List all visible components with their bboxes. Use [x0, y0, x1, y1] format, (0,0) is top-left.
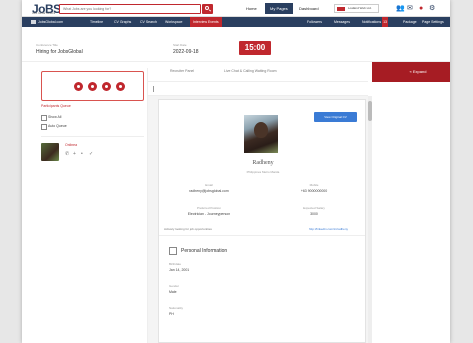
avatar — [41, 143, 59, 161]
personal-info-title: Personal Information — [181, 248, 228, 254]
view-cv-button[interactable]: View Original CV — [314, 112, 357, 122]
camera-button[interactable] — [88, 82, 97, 91]
expand-label: Expand — [412, 69, 427, 74]
gender-value: Male — [169, 290, 177, 294]
nationality-value: PH — [169, 312, 174, 316]
salary-label: Expected Salary — [303, 206, 325, 210]
candidate-location: Philippines Metro Manila — [246, 170, 280, 174]
tab-recruiter-panel[interactable]: Recruiter Panel — [170, 69, 194, 73]
screen-share-button[interactable] — [102, 82, 111, 91]
gear-icon[interactable]: ⚙ — [429, 5, 436, 12]
account-switcher[interactable]: LowEnd Web Ltd. — [334, 4, 379, 13]
gender-label: Gender — [169, 284, 180, 288]
center-toolbar — [148, 82, 368, 96]
search-button[interactable] — [202, 4, 213, 14]
notification-badge: 13 — [382, 17, 388, 27]
participant-name[interactable]: Onlinea — [65, 143, 77, 147]
people-icon[interactable]: 👥 — [396, 5, 405, 12]
call-icon[interactable]: ✆ — [65, 152, 70, 157]
position-value: Electrician - Journeyperson — [187, 212, 231, 216]
nationality-label: Nationality — [169, 306, 184, 310]
auto-queue-checkbox[interactable]: Auto Queue — [41, 124, 67, 130]
message-icon[interactable]: ✉ — [407, 5, 414, 12]
notification-icon[interactable]: ● — [419, 5, 426, 12]
countdown-timer: 15:00 — [239, 41, 271, 55]
linkedin-link[interactable]: http://linkedin.com/in/radheny — [309, 227, 348, 231]
check-icon[interactable]: ✓ — [89, 152, 94, 157]
job-seeking-status: Actively looking for job opportunities — [164, 227, 212, 231]
candidate-name: Radheny — [252, 160, 274, 166]
participants-queue-title: Participants Queue — [41, 104, 71, 108]
date-label: Start Date — [173, 43, 187, 47]
subnav-notifications[interactable]: Notifications 13 — [362, 17, 388, 27]
nav-home[interactable]: Home — [246, 5, 257, 13]
end-call-button[interactable] — [116, 82, 125, 91]
subnav-package[interactable]: Package — [403, 17, 417, 27]
mic-button[interactable] — [74, 82, 83, 91]
participant-card[interactable]: Onlinea ✆ + • ✓ — [41, 142, 144, 168]
sub-nav: JobsGlobal.com Timeline CV Graphs CV Sea… — [22, 17, 450, 27]
nav-dashboard[interactable]: Dashboard — [299, 5, 319, 13]
center-panel: Recruiter Panel Live Chat & Calling Wait… — [148, 62, 372, 343]
divider — [159, 235, 365, 236]
mobile-value: +63 9000000000 — [300, 189, 328, 193]
company-label: Conference Title — [36, 43, 58, 47]
salary-value: 3000 — [310, 212, 318, 216]
event-header: Conference Title Hiring for JobsGlobal S… — [22, 27, 450, 62]
company-value: Hiring for JobsGlobal — [36, 49, 83, 55]
left-panel: Participants Queue Show All Auto Queue O… — [36, 68, 148, 343]
subnav-followers[interactable]: Followers — [307, 17, 322, 27]
app-frame: JoBS Jobs Global Network Home My Pages D… — [22, 0, 450, 343]
subnav-timeline[interactable]: Timeline — [90, 17, 103, 27]
email-value: radheny@jobsglobal.com — [189, 189, 229, 193]
subnav-notifications-label: Notifications — [362, 20, 382, 24]
date-value: 2022-09-18 — [173, 49, 199, 55]
candidate-face — [254, 122, 268, 138]
subnav-interview-events[interactable]: Interview Events — [190, 17, 222, 27]
cursor-icon — [153, 86, 154, 92]
nav-my-pages[interactable]: My Pages — [265, 3, 293, 14]
remove-icon[interactable]: • — [81, 152, 86, 157]
add-icon[interactable]: + — [73, 152, 78, 157]
birthdate-label: Birthdate — [169, 262, 182, 266]
show-all-checkbox[interactable]: Show All — [41, 115, 61, 121]
mobile-label: Mobile — [309, 183, 319, 187]
center-tabs: Recruiter Panel Live Chat & Calling Wait… — [148, 62, 368, 82]
subnav-page-settings[interactable]: Page Settings — [422, 17, 444, 27]
search-input[interactable] — [59, 4, 201, 14]
subnav-workspace[interactable]: Workspace — [165, 17, 182, 27]
position-label: Preferred Position — [196, 206, 221, 210]
candidate-card: View Original CV Radheny Philippines Met… — [158, 99, 366, 343]
email-label: Email — [205, 183, 213, 187]
tab-live-chat[interactable]: Live Chat & Calling Waiting Room — [224, 69, 277, 73]
birthdate-value: Jan 14, 2001 — [169, 268, 190, 272]
call-controls — [41, 71, 144, 101]
subnav-cv-graphs[interactable]: CV Graphs — [114, 17, 131, 27]
subnav-cv-search[interactable]: CV Search — [140, 17, 157, 27]
divider — [41, 136, 144, 137]
expand-button[interactable]: « Expand — [372, 62, 450, 82]
subnav-jobsglobal[interactable]: JobsGlobal.com — [28, 17, 63, 27]
logo-tagline: Jobs Global Network — [32, 12, 56, 15]
id-card-icon — [169, 247, 177, 255]
subnav-messages[interactable]: Messages — [334, 17, 350, 27]
right-panel: « Expand — [372, 62, 450, 343]
top-bar: JoBS Jobs Global Network Home My Pages D… — [22, 0, 450, 17]
search-icon — [205, 6, 209, 10]
